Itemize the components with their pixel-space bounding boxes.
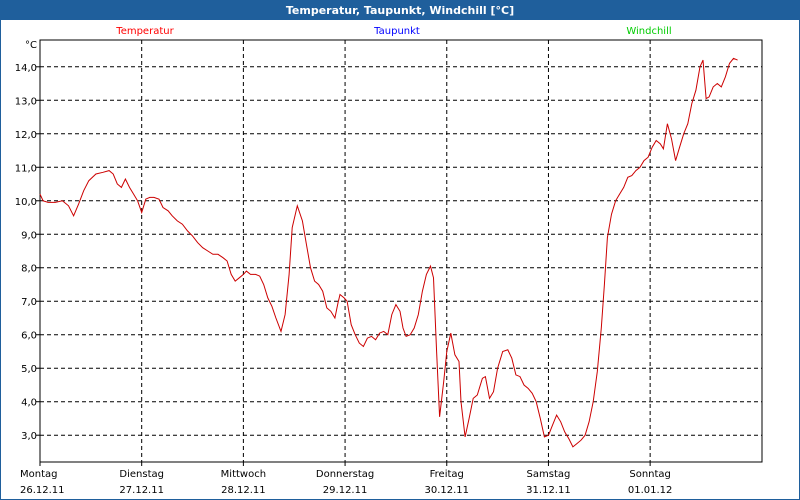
- chart-canvas: 3,0 4,0 5,0 6,0 7,0 8,0 9,0 10,0 11,0 12,0 13,0 14,…: [15, 26, 763, 496]
- x-tick-date: 31.12.11: [526, 485, 571, 496]
- y-tick-label: 3,0: [21, 431, 37, 442]
- y-tick-label: 14,0: [15, 63, 37, 74]
- y-tick-label: 5,0: [21, 364, 37, 375]
- y-tick-label: 6,0: [21, 331, 37, 342]
- legend: Temperatur Taupunkt Windchill: [115, 26, 671, 37]
- x-tick-date: 01.01.12: [628, 485, 673, 496]
- y-tick-label: 7,0: [21, 297, 37, 308]
- legend-entry: Temperatur: [115, 26, 174, 37]
- x-tick-day: Sonntag: [629, 469, 671, 480]
- grid: [40, 40, 762, 462]
- y-tick-label: 4,0: [21, 398, 37, 409]
- y-tick-label: 10,0: [15, 197, 37, 208]
- x-tick-date: 28.12.11: [221, 485, 266, 496]
- x-tick-day: Montag: [20, 469, 57, 480]
- x-tick-day: Donnerstag: [316, 469, 374, 480]
- legend-entry: Windchill: [626, 26, 671, 37]
- x-tick-day: Samstag: [527, 469, 571, 480]
- x-tick-day: Dienstag: [119, 469, 164, 480]
- x-axis-ticks: Montag 26.12.11 Dienstag 27.12.11 Mittwoch 28…: [20, 462, 672, 496]
- x-tick-day: Mittwoch: [221, 469, 266, 480]
- series-line-temperatur: [39, 57, 738, 448]
- x-tick-date: 30.12.11: [424, 485, 469, 496]
- x-tick-date: 29.12.11: [323, 485, 368, 496]
- y-axis-ticks: 3,0 4,0 5,0 6,0 7,0 8,0 9,0 10,0 11,0 12,0 13,0 14,…: [15, 63, 40, 442]
- y-tick-label: 13,0: [15, 96, 37, 107]
- x-tick-day: Freitag: [430, 469, 464, 480]
- x-tick-date: 26.12.11: [20, 485, 65, 496]
- y-tick-label: 12,0: [15, 130, 37, 141]
- y-axis-unit: °C: [25, 40, 37, 51]
- plot-border: [39, 39, 763, 463]
- legend-entry: Taupunkt: [373, 26, 420, 37]
- x-tick-date: 27.12.11: [119, 485, 164, 496]
- series-layer: [39, 57, 738, 448]
- y-tick-label: 9,0: [21, 230, 37, 241]
- y-tick-label: 8,0: [21, 264, 37, 275]
- y-tick-label: 11,0: [15, 163, 37, 174]
